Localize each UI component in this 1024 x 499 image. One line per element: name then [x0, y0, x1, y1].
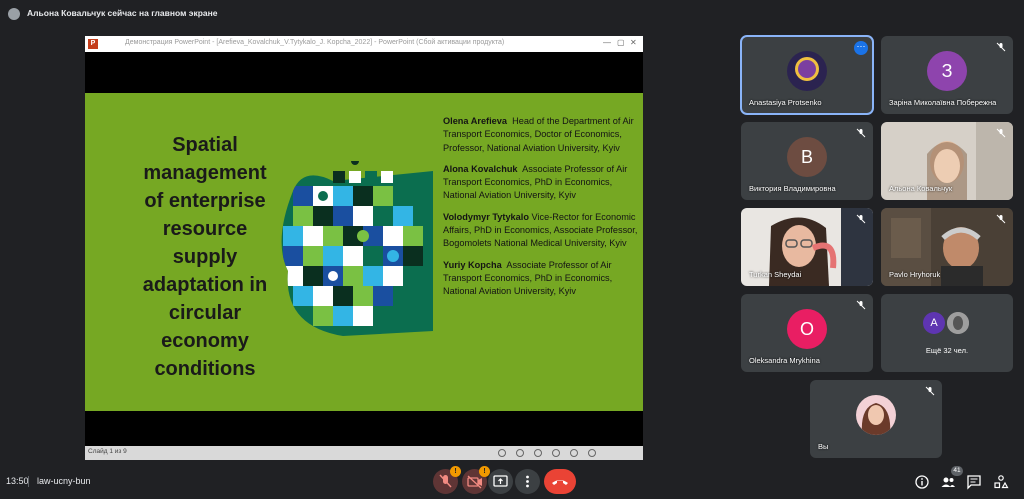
more-options-icon[interactable]	[588, 449, 596, 457]
self-tile[interactable]: Вы	[810, 380, 942, 458]
participant-name: Anastasiya Protsenko	[749, 98, 822, 107]
mic-off-icon	[925, 386, 935, 396]
participant-tile[interactable]: З Зарiна Миколаївна Побережна	[881, 36, 1013, 114]
mic-off-icon	[856, 128, 866, 138]
slide-counter: Слайд 1 из 9	[88, 448, 127, 455]
author-name: Olena Arefieva	[443, 116, 508, 126]
present-icon	[493, 475, 508, 487]
presenter-avatar-icon	[8, 8, 20, 20]
people-icon[interactable]	[940, 474, 956, 490]
slideshow-statusbar: Слайд 1 из 9	[85, 446, 643, 460]
zoom-icon[interactable]	[570, 449, 578, 457]
participant-name: Зарiна Миколаївна Побережна	[889, 98, 997, 107]
author-entry: Yuriy Kopcha Associate Professor of Air …	[443, 259, 639, 299]
more-options-icon[interactable]: ⋯	[854, 41, 868, 55]
chat-icon[interactable]	[966, 474, 982, 490]
shared-screen: P Демонстрация PowerPoint - [Arefieva_Ko…	[85, 36, 643, 460]
presenting-label: Альона Ковальчук сейчас на главном экран…	[27, 8, 218, 18]
presenting-banner: Альона Ковальчук сейчас на главном экран…	[0, 0, 1024, 28]
info-icon[interactable]	[914, 474, 930, 490]
divider	[28, 476, 29, 487]
more-options-button[interactable]	[515, 469, 540, 494]
window-title: Демонстрация PowerPoint - [Arefieva_Kova…	[125, 39, 505, 46]
next-slide-icon[interactable]	[516, 449, 524, 457]
minimize-icon[interactable]: —	[603, 38, 611, 47]
pen-icon[interactable]	[534, 449, 542, 457]
eco-mosaic-illustration	[281, 161, 433, 336]
avatar	[856, 395, 896, 435]
camera-toggle-button[interactable]: !	[462, 466, 490, 494]
participant-name: Альона Ковальчук	[889, 184, 953, 193]
clock: 13:50	[6, 476, 29, 486]
present-screen-button[interactable]	[488, 469, 513, 494]
avatar: В	[787, 137, 827, 177]
authors-list: Olena Arefieva Head of the Department of…	[443, 115, 639, 307]
author-name: Volodymyr Tytykalo	[443, 211, 529, 222]
author-entry: Alona Kovalchuk Associate Professor of A…	[443, 163, 639, 203]
participant-tile[interactable]: Pavlo Hryhoruk	[881, 208, 1013, 286]
powerpoint-app-icon: P	[88, 39, 98, 49]
restore-icon[interactable]: ▢	[617, 38, 625, 47]
end-call-icon	[552, 480, 568, 485]
meeting-code: law-ucny-bun	[37, 476, 91, 486]
participant-name: Oleksandra Mrykhina	[749, 356, 820, 365]
more-participants-label: Ещё 32 чел.	[925, 346, 969, 355]
participant-tile[interactable]: O Oleksandra Mrykhina	[741, 294, 873, 372]
meeting-controls-bar: 13:50 law-ucny-bun ! !	[0, 465, 1024, 497]
participant-name: Вы	[818, 442, 829, 451]
author-name: Alona Kovalchuk	[443, 163, 518, 174]
mic-toggle-button[interactable]: !	[433, 466, 461, 494]
mic-off-icon	[856, 214, 866, 224]
participant-tile[interactable]: Альона Ковальчук	[881, 122, 1013, 200]
people-count-badge: 41	[951, 466, 963, 476]
activities-icon[interactable]	[993, 474, 1009, 490]
warning-badge: !	[450, 466, 461, 477]
more-participants-tile[interactable]: А Ещё 32 чел.	[881, 294, 1013, 372]
participant-tile[interactable]: Turkan Sheydai	[741, 208, 873, 286]
slide: Spatial management of enterprise resourc…	[85, 93, 643, 411]
avatar	[787, 51, 827, 91]
prev-slide-icon[interactable]	[498, 449, 506, 457]
author-name: Yuriy Kopcha	[443, 259, 502, 270]
leave-call-button[interactable]	[544, 469, 576, 494]
participant-tile[interactable]: ⋯ Anastasiya Protsenko	[740, 35, 874, 115]
title-line: conditions	[154, 358, 256, 380]
author-entry: Volodymyr Tytykalo Vice-Rector for Econo…	[443, 211, 639, 251]
participant-name: Turkan Sheydai	[749, 270, 802, 279]
participant-name: Виктория Владимировна	[749, 184, 836, 193]
author-entry: Olena Arefieva Head of the Department of…	[443, 115, 639, 155]
avatar: А	[923, 312, 945, 334]
more-vert-icon	[526, 475, 529, 488]
mic-off-icon	[856, 300, 866, 310]
participant-name: Pavlo Hryhoruk	[889, 270, 941, 279]
close-icon[interactable]: ✕	[630, 38, 637, 47]
mic-off-icon	[996, 128, 1006, 138]
powerpoint-titlebar: P Демонстрация PowerPoint - [Arefieva_Ko…	[85, 36, 643, 52]
avatar	[947, 312, 969, 334]
participant-tile[interactable]: В Виктория Владимировна	[741, 122, 873, 200]
mic-off-icon	[996, 42, 1006, 52]
mic-off-icon	[996, 214, 1006, 224]
title-line: Spatial	[172, 134, 238, 156]
slides-grid-icon[interactable]	[552, 449, 560, 457]
avatar: O	[787, 309, 827, 349]
avatar: З	[927, 51, 967, 91]
